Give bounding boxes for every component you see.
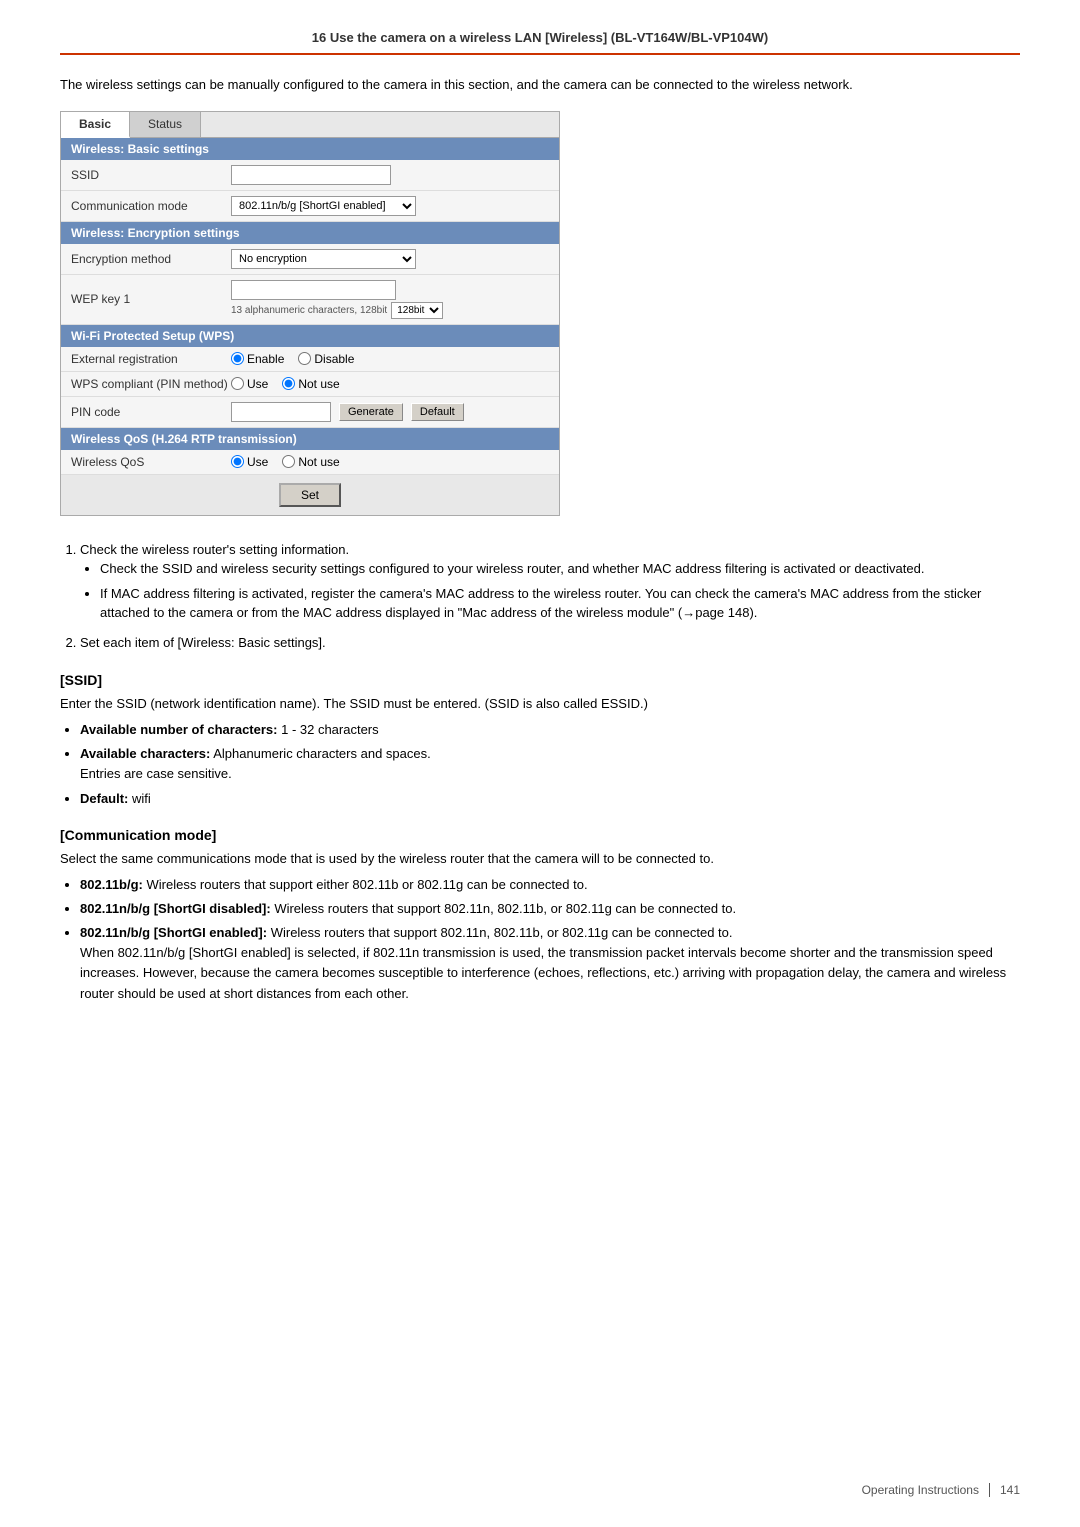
tab-basic[interactable]: Basic	[61, 112, 130, 138]
section-header-wps: Wi-Fi Protected Setup (WPS)	[61, 325, 559, 347]
comm-bullet-1: 802.11b/g: Wireless routers that support…	[80, 875, 1020, 895]
wep-key-label: WEP key 1	[71, 292, 231, 306]
comm-bullet-3: 802.11n/b/g [ShortGI enabled]: Wireless …	[80, 923, 1020, 1004]
wps-pin-label: WPS compliant (PIN method)	[71, 377, 231, 391]
comm-bullet-2: 802.11n/b/g [ShortGI disabled]: Wireless…	[80, 899, 1020, 919]
wireless-qos-control: Use Not use	[231, 455, 549, 469]
default-button[interactable]: Default	[411, 403, 464, 421]
wep-key-row: WEP key 1 13 alphanumeric characters, 12…	[61, 275, 559, 325]
external-reg-disable-option[interactable]: Disable	[298, 352, 354, 366]
ssid-label: SSID	[71, 168, 231, 182]
wep-key-control: 13 alphanumeric characters, 128bit 128bi…	[231, 280, 549, 319]
footer-page: 141	[1000, 1483, 1020, 1497]
ssid-section-title: [SSID]	[60, 672, 1020, 688]
external-reg-enable-label: Enable	[247, 352, 284, 366]
wps-pin-control: Use Not use	[231, 377, 549, 391]
external-registration-label: External registration	[71, 352, 231, 366]
step2-text: Set each item of [Wireless: Basic settin…	[80, 635, 326, 650]
wps-use-option[interactable]: Use	[231, 377, 268, 391]
section-header-encryption: Wireless: Encryption settings	[61, 222, 559, 244]
pin-code-row: PIN code Generate Default	[61, 397, 559, 428]
qos-use-label: Use	[247, 455, 268, 469]
wireless-qos-label: Wireless QoS	[71, 455, 231, 469]
section-header-basic: Wireless: Basic settings	[61, 138, 559, 160]
instructions-section: Check the wireless router's setting info…	[60, 540, 1020, 653]
pin-code-control: Generate Default	[231, 402, 549, 422]
footer-divider	[989, 1483, 990, 1497]
external-reg-enable-radio[interactable]	[231, 352, 244, 365]
generate-button[interactable]: Generate	[339, 403, 403, 421]
ssid-bullet-1: Available number of characters: 1 - 32 c…	[80, 720, 1020, 740]
wps-use-label: Use	[247, 377, 268, 391]
wps-notuse-option[interactable]: Not use	[282, 377, 339, 391]
wps-pin-row: WPS compliant (PIN method) Use Not use	[61, 372, 559, 397]
wep-hint-text: 13 alphanumeric characters, 128bit	[231, 305, 387, 316]
external-reg-disable-label: Disable	[314, 352, 354, 366]
set-button-row: Set	[61, 475, 559, 515]
encryption-method-control: No encryption WEP WPA WPA2	[231, 249, 549, 269]
ssid-section-desc: Enter the SSID (network identification n…	[60, 694, 1020, 714]
wep-key-input[interactable]	[231, 280, 396, 300]
panel-tabs: Basic Status	[61, 112, 559, 138]
step1-text: Check the wireless router's setting info…	[80, 542, 349, 557]
section-header-qos: Wireless QoS (H.264 RTP transmission)	[61, 428, 559, 450]
comm-mode-label: Communication mode	[71, 199, 231, 213]
comm-mode-select[interactable]: 802.11b/g 802.11n/b/g [ShortGI disabled]…	[231, 196, 416, 216]
encryption-method-select[interactable]: No encryption WEP WPA WPA2	[231, 249, 416, 269]
comm-mode-control: 802.11b/g 802.11n/b/g [ShortGI disabled]…	[231, 196, 549, 216]
qos-use-option[interactable]: Use	[231, 455, 268, 469]
ssid-row: SSID	[61, 160, 559, 191]
ssid-input[interactable]	[231, 165, 391, 185]
comm-mode-section: [Communication mode] Select the same com…	[60, 827, 1020, 1004]
ssid-control	[231, 165, 549, 185]
qos-use-radio[interactable]	[231, 455, 244, 468]
qos-notuse-label: Not use	[298, 455, 339, 469]
wps-notuse-radio[interactable]	[282, 377, 295, 390]
wps-use-radio[interactable]	[231, 377, 244, 390]
wep-bit-select[interactable]: 128bit 64bit	[391, 302, 443, 319]
encryption-method-label: Encryption method	[71, 252, 231, 266]
comm-mode-row: Communication mode 802.11b/g 802.11n/b/g…	[61, 191, 559, 222]
comm-mode-section-title: [Communication mode]	[60, 827, 1020, 843]
ssid-bullet-3: Default: wifi	[80, 789, 1020, 809]
external-registration-row: External registration Enable Disable	[61, 347, 559, 372]
page-header: 16 Use the camera on a wireless LAN [Wir…	[60, 30, 1020, 55]
external-registration-control: Enable Disable	[231, 352, 549, 366]
wps-notuse-label: Not use	[298, 377, 339, 391]
encryption-method-row: Encryption method No encryption WEP WPA …	[61, 244, 559, 275]
instruction-step-1: Check the wireless router's setting info…	[80, 540, 1020, 623]
qos-notuse-option[interactable]: Not use	[282, 455, 339, 469]
step1-bullet-2: If MAC address filtering is activated, r…	[100, 584, 1020, 623]
qos-notuse-radio[interactable]	[282, 455, 295, 468]
ssid-bullet-2: Available characters: Alphanumeric chara…	[80, 744, 1020, 784]
external-reg-enable-option[interactable]: Enable	[231, 352, 284, 366]
external-reg-disable-radio[interactable]	[298, 352, 311, 365]
tab-status[interactable]: Status	[130, 112, 201, 137]
wireless-qos-row: Wireless QoS Use Not use	[61, 450, 559, 475]
settings-panel: Basic Status Wireless: Basic settings SS…	[60, 111, 560, 516]
comm-mode-section-desc: Select the same communications mode that…	[60, 849, 1020, 869]
intro-text: The wireless settings can be manually co…	[60, 75, 1020, 95]
pin-code-input[interactable]	[231, 402, 331, 422]
page-footer: Operating Instructions 141	[862, 1483, 1020, 1497]
set-button[interactable]: Set	[279, 483, 341, 507]
pin-code-label: PIN code	[71, 405, 231, 419]
step1-bullet-1: Check the SSID and wireless security set…	[100, 559, 1020, 579]
instruction-step-2: Set each item of [Wireless: Basic settin…	[80, 633, 1020, 653]
ssid-section: [SSID] Enter the SSID (network identific…	[60, 672, 1020, 809]
footer-text: Operating Instructions	[862, 1483, 979, 1497]
